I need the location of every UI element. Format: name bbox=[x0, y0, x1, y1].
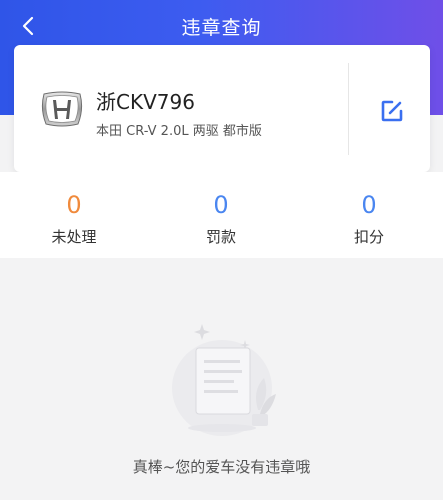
stat-points-value: 0 bbox=[361, 191, 377, 219]
stat-fine[interactable]: 0 罚款 bbox=[161, 190, 281, 247]
stat-fine-label: 罚款 bbox=[205, 228, 236, 246]
empty-document-icon bbox=[160, 318, 285, 438]
honda-logo bbox=[40, 91, 84, 127]
stat-fine-value: 0 bbox=[213, 191, 229, 219]
violation-stats: 0 未处理 0 罚款 0 扣分 bbox=[0, 172, 443, 258]
edit-button[interactable] bbox=[378, 97, 406, 125]
stat-unprocessed-value: 0 bbox=[66, 191, 82, 219]
car-model: 本田 CR-V 2.0L 两驱 都市版 bbox=[96, 124, 262, 139]
car-card: 浙CKV796 本田 CR-V 2.0L 两驱 都市版 bbox=[14, 45, 430, 172]
page-title: 违章查询 bbox=[181, 17, 262, 39]
stat-points-label: 扣分 bbox=[353, 228, 384, 246]
empty-message: 真棒~您的爱车没有违章哦 bbox=[132, 458, 311, 476]
plate-number: 浙CKV796 bbox=[96, 90, 195, 114]
stat-unprocessed-label: 未处理 bbox=[51, 228, 97, 246]
stat-points[interactable]: 0 扣分 bbox=[309, 190, 429, 247]
card-divider bbox=[348, 63, 349, 155]
edit-icon bbox=[381, 100, 403, 122]
stat-unprocessed[interactable]: 0 未处理 bbox=[14, 190, 134, 247]
